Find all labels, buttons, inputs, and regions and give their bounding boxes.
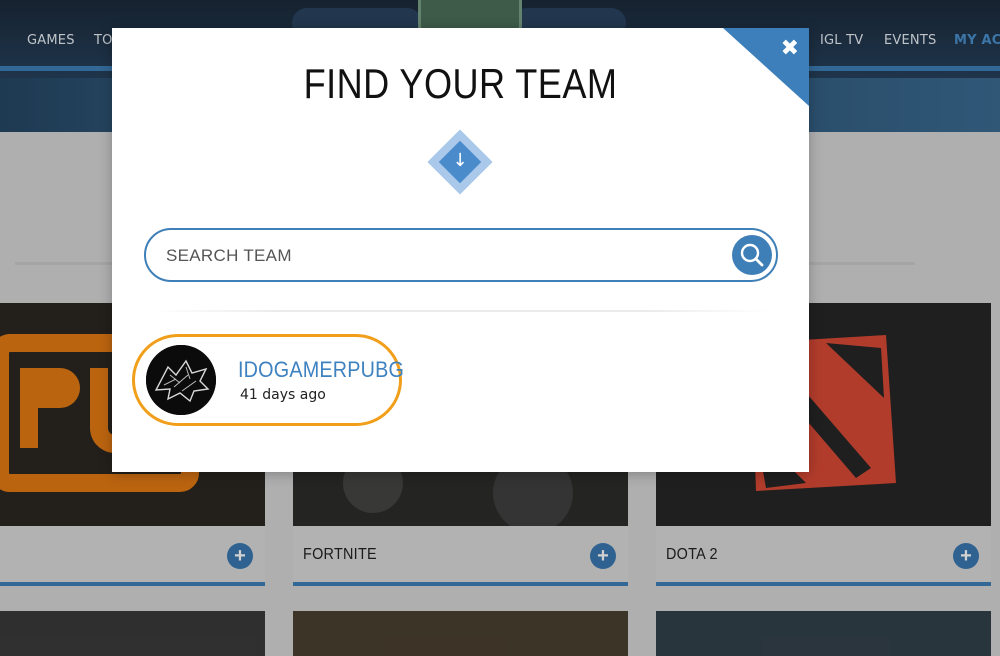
search-icon	[740, 243, 764, 267]
modal-title: FIND YOUR TEAM	[303, 60, 618, 107]
wolf-avatar	[146, 345, 216, 415]
separator	[152, 310, 772, 312]
find-team-modal: ✖ FIND YOUR TEAM ↓ IDOGAMERPUBG 41 days …	[112, 28, 809, 472]
search-input[interactable]	[164, 230, 708, 282]
arrow-down-icon: ↓	[452, 150, 468, 171]
search-button[interactable]	[732, 235, 772, 275]
close-icon[interactable]: ✖	[781, 36, 799, 61]
search-box	[144, 228, 778, 282]
team-age: 41 days ago	[240, 387, 326, 403]
team-name[interactable]: IDOGAMERPUBG	[238, 357, 404, 383]
team-result-item[interactable]: IDOGAMERPUBG 41 days ago	[132, 334, 404, 426]
